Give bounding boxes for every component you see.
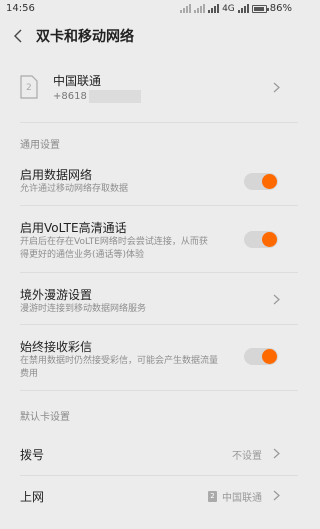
- roaming-title: 境外漫游设置: [20, 288, 93, 302]
- status-bar: 14:56 4G 86%: [0, 0, 298, 17]
- sim-number-prefix: +8618: [53, 91, 87, 102]
- mms-title: 始终接收彩信: [20, 340, 93, 354]
- mobile-data-toggle[interactable]: [244, 173, 278, 190]
- network-type: 4G: [222, 3, 235, 14]
- sim-slot-number: 2: [26, 83, 32, 93]
- signal-icon: [194, 4, 206, 13]
- mms-toggle[interactable]: [244, 348, 278, 365]
- battery-icon: [251, 4, 269, 13]
- divider: [20, 475, 298, 476]
- mms-desc-line1: 在禁用数据时仍然接受彩信，可能会产生数据流量: [20, 356, 219, 366]
- roaming-desc: 漫游时连接到移动数据网络服务: [20, 304, 147, 314]
- sim-slot-badge: 2: [208, 491, 217, 502]
- sim-carrier-name: 中国联通: [53, 74, 102, 88]
- page-title: 双卡和移动网络: [36, 29, 134, 45]
- header-bar: 双卡和移动网络: [0, 17, 298, 55]
- divider: [20, 390, 298, 391]
- sim-card-item[interactable]: 2 中国联通 +8618: [0, 62, 298, 114]
- internet-title: 上网: [20, 490, 45, 504]
- battery-percent: 86%: [269, 3, 292, 14]
- chevron-right-icon: [273, 82, 280, 93]
- chevron-right-icon: [273, 294, 280, 305]
- signal-icon: [237, 4, 249, 13]
- volte-toggle[interactable]: [244, 231, 278, 248]
- redacted-number-block: [88, 90, 141, 103]
- divider: [20, 324, 298, 325]
- status-icons: 4G 86%: [180, 3, 292, 14]
- divider: [20, 122, 298, 123]
- internet-carrier: 中国联通: [222, 493, 262, 504]
- dial-value: 不设置: [232, 451, 262, 462]
- signal-icon: [180, 4, 192, 13]
- divider: [20, 205, 298, 206]
- chevron-right-icon: [273, 490, 280, 501]
- internet-value: 2 中国联通: [208, 489, 262, 504]
- mobile-data-title: 启用数据网络: [20, 168, 93, 182]
- toggle-knob: [262, 232, 277, 247]
- sim-phone-number: +8618: [53, 90, 141, 103]
- signal-icon: [208, 4, 220, 13]
- back-button[interactable]: [0, 17, 36, 55]
- toggle-knob: [262, 349, 277, 364]
- toggle-knob: [262, 174, 277, 189]
- chevron-left-icon: [14, 29, 22, 43]
- volte-desc-line1: 开启后在存在VoLTE网络时会尝试连接，从而获: [20, 237, 208, 247]
- mobile-data-desc: 允许通过移动网络存取数据: [20, 184, 129, 194]
- mms-desc-line2: 费用: [20, 369, 39, 379]
- dial-title: 拨号: [20, 448, 45, 462]
- volte-title: 启用VoLTE高清通话: [20, 221, 127, 235]
- section-header-general: 通用设置: [20, 140, 60, 151]
- status-time: 14:56: [6, 3, 35, 14]
- divider: [20, 272, 298, 273]
- section-header-default-sim: 默认卡设置: [20, 412, 70, 423]
- chevron-right-icon: [273, 448, 280, 459]
- volte-desc-line2: 得更好的通信业务(通话等)体验: [20, 250, 145, 260]
